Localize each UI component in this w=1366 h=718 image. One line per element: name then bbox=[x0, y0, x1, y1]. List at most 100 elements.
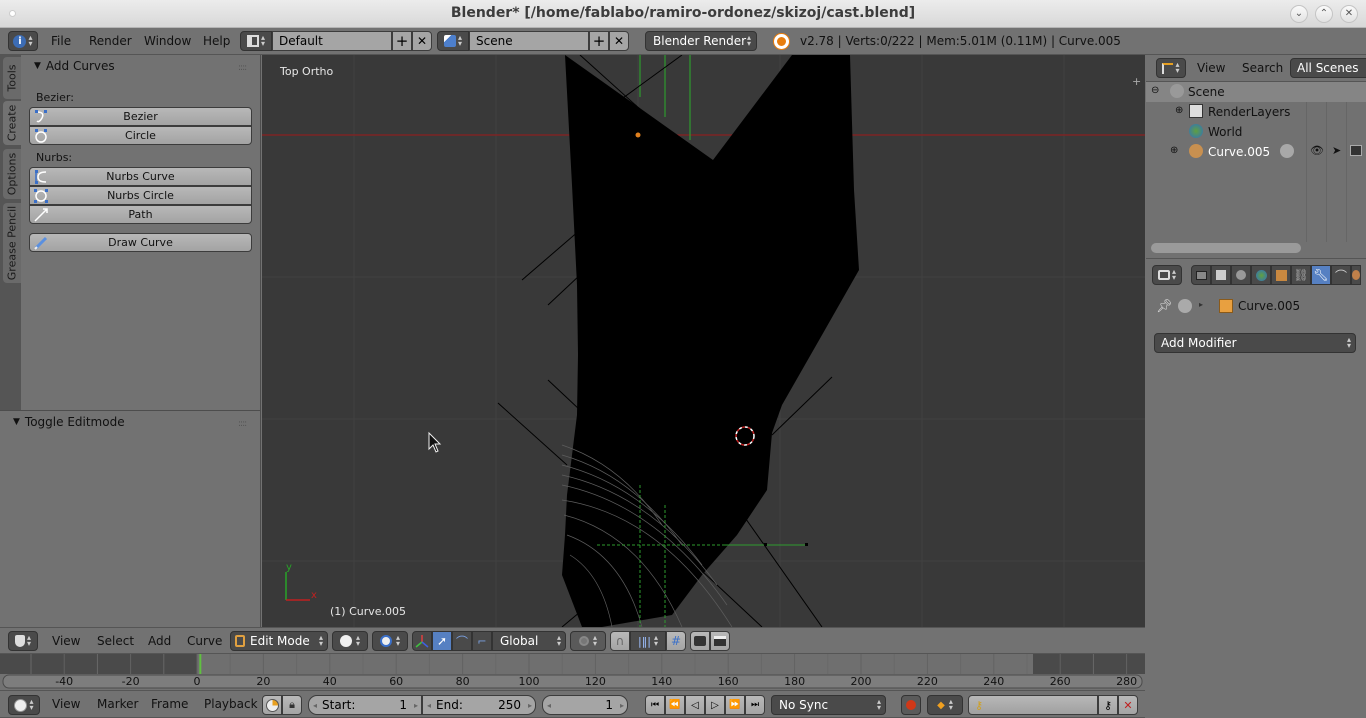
selectable-cursor-icon[interactable]: ➤ bbox=[1332, 144, 1341, 157]
add-layout-button[interactable]: + bbox=[392, 31, 412, 51]
editor-type-3d-view[interactable]: ▴ ▾ bbox=[8, 631, 38, 651]
delete-keyframe-button[interactable]: ✕ bbox=[1118, 695, 1138, 715]
menu-marker[interactable]: Marker bbox=[97, 691, 138, 717]
decrement-arrow-icon[interactable]: ◂ bbox=[547, 701, 551, 710]
collapse-icon[interactable]: ⊖ bbox=[1151, 85, 1159, 96]
keying-mode-dropdown[interactable]: ◆ ▴ ▾ bbox=[927, 695, 963, 715]
menu-window[interactable]: Window bbox=[144, 28, 191, 54]
decrement-arrow-icon[interactable]: ◂ bbox=[313, 701, 317, 710]
minimize-button[interactable]: ⌄ bbox=[1290, 5, 1308, 23]
editor-type-info[interactable]: i ▴ ▾ bbox=[8, 31, 38, 51]
screen-layout-selector[interactable]: ▴ ▾ bbox=[240, 31, 272, 51]
end-frame-field[interactable]: ◂ End: 250 ▸ bbox=[422, 695, 536, 715]
maximize-button[interactable]: ⌃ bbox=[1315, 5, 1333, 23]
panel-grip-icon[interactable]: :::: bbox=[238, 63, 247, 73]
menu-view[interactable]: View bbox=[1197, 55, 1225, 81]
increment-arrow-icon[interactable]: ▸ bbox=[620, 701, 624, 710]
editor-type-timeline[interactable]: ▴ ▾ bbox=[8, 695, 40, 715]
add-path-button[interactable]: Path bbox=[29, 205, 252, 224]
jump-to-keyframe-back-button[interactable]: ⏪ bbox=[665, 695, 685, 715]
keying-set-field[interactable]: ⚷ bbox=[968, 695, 1098, 715]
properties-region-toggle[interactable]: + bbox=[1132, 76, 1141, 87]
tab-create[interactable]: Create bbox=[3, 101, 21, 145]
expand-icon[interactable]: ⊕ bbox=[1175, 105, 1183, 116]
menu-help[interactable]: Help bbox=[203, 28, 230, 54]
mode-dropdown[interactable]: Edit Mode ▴ ▾ bbox=[230, 631, 328, 651]
close-button[interactable]: ✕ bbox=[1340, 5, 1358, 23]
editor-type-properties[interactable]: ▴ ▾ bbox=[1152, 265, 1182, 285]
remove-scene-button[interactable]: ✕ bbox=[609, 31, 629, 51]
outliner-row-curve[interactable]: ⊕ Curve.005 👁︎ ➤ bbox=[1146, 142, 1366, 162]
jump-to-end-button[interactable]: ⏭ bbox=[745, 695, 765, 715]
menu-view[interactable]: View bbox=[52, 628, 80, 653]
menu-view[interactable]: View bbox=[52, 691, 80, 717]
opengl-animation-button[interactable] bbox=[710, 631, 730, 651]
snap-target-toggle[interactable]: # bbox=[666, 631, 686, 651]
tab-tools[interactable]: Tools bbox=[3, 57, 21, 99]
outliner-horizontal-scrollbar[interactable] bbox=[1151, 243, 1301, 253]
pivot-point-dropdown[interactable]: ▴ ▾ bbox=[372, 631, 408, 651]
pin-icon[interactable]: 📌︎ bbox=[1156, 299, 1173, 314]
menu-select[interactable]: Select bbox=[97, 628, 134, 653]
render-engine-dropdown[interactable]: Blender Render ▴ ▾ bbox=[645, 31, 757, 51]
lock-time-cursor-toggle[interactable]: 🔒︎ bbox=[282, 695, 302, 715]
snap-element-dropdown[interactable]: |‖| ▴ ▾ bbox=[630, 631, 666, 651]
menu-file[interactable]: File bbox=[51, 28, 71, 54]
increment-arrow-icon[interactable]: ▸ bbox=[414, 701, 418, 710]
tab-options[interactable]: Options bbox=[3, 149, 21, 199]
expand-icon[interactable]: ⊕ bbox=[1170, 145, 1178, 156]
insert-keyframe-button[interactable]: ⚷ bbox=[1098, 695, 1118, 715]
screen-layout-name[interactable]: Default bbox=[272, 31, 392, 51]
outliner-row-renderlayers[interactable]: ⊕ RenderLayers bbox=[1146, 102, 1366, 122]
increment-arrow-icon[interactable]: ▸ bbox=[528, 701, 532, 710]
transform-orientation-dropdown[interactable]: Global ▴ ▾ bbox=[492, 631, 566, 651]
decrement-arrow-icon[interactable]: ◂ bbox=[427, 701, 431, 710]
menu-curve[interactable]: Curve bbox=[187, 628, 222, 653]
add-bezier-circle-button[interactable]: Circle bbox=[29, 126, 252, 145]
tab-curve-data[interactable]: ⌒ bbox=[1331, 265, 1351, 285]
auto-keying-toggle[interactable] bbox=[901, 695, 921, 715]
viewport-canvas[interactable] bbox=[262, 55, 1145, 627]
3d-viewport[interactable]: Top Ortho y x (1) Curve.005 + bbox=[262, 55, 1145, 627]
tab-render-layers[interactable] bbox=[1211, 265, 1231, 285]
scale-manipulator[interactable]: ⌐ bbox=[472, 631, 492, 651]
viewport-shading-dropdown[interactable]: ▴ ▾ bbox=[332, 631, 368, 651]
tab-constraints[interactable]: ⛓︎ bbox=[1291, 265, 1311, 285]
editor-type-outliner[interactable]: ▴ ▾ bbox=[1156, 58, 1186, 78]
remove-layout-button[interactable]: ✕ bbox=[412, 31, 432, 51]
tab-modifiers[interactable]: 🔧︎ bbox=[1311, 265, 1331, 285]
menu-render[interactable]: Render bbox=[89, 28, 132, 54]
proportional-editing-dropdown[interactable]: ▴ ▾ bbox=[570, 631, 606, 651]
tab-material[interactable] bbox=[1351, 265, 1361, 285]
timeline-editor[interactable]: -40 -20 0 20 40 60 80 100 120 140 160 180 200 220 240 2… bbox=[0, 654, 1145, 690]
jump-to-keyframe-forward-button[interactable]: ⏩ bbox=[725, 695, 745, 715]
display-mode-dropdown[interactable]: All Scenes bbox=[1290, 58, 1366, 78]
tab-grease-pencil[interactable]: Grease Pencil bbox=[3, 203, 21, 283]
renderable-camera-icon[interactable] bbox=[1350, 145, 1362, 156]
timeline-ruler[interactable]: -40 -20 0 20 40 60 80 100 120 140 160 180 200 220 240 2… bbox=[0, 654, 1145, 690]
scene-name[interactable]: Scene bbox=[469, 31, 589, 51]
tab-object[interactable] bbox=[1271, 265, 1291, 285]
panel-grip-icon[interactable]: :::: bbox=[238, 419, 247, 429]
draw-curve-button[interactable]: Draw Curve bbox=[29, 233, 252, 252]
sync-mode-dropdown[interactable]: No Sync ▴ ▾ bbox=[771, 695, 886, 715]
preview-range-toggle[interactable] bbox=[262, 695, 282, 715]
add-bezier-button[interactable]: Bezier bbox=[29, 107, 252, 126]
play-reverse-button[interactable]: ◁ bbox=[685, 695, 705, 715]
add-nurbs-circle-button[interactable]: Nurbs Circle bbox=[29, 186, 252, 205]
tab-render[interactable] bbox=[1191, 265, 1211, 285]
menu-frame[interactable]: Frame bbox=[151, 691, 188, 717]
start-frame-field[interactable]: ◂ Start: 1 ▸ bbox=[308, 695, 422, 715]
tab-world[interactable] bbox=[1251, 265, 1271, 285]
operator-panel-header[interactable]: ▼ Toggle Editmode bbox=[13, 415, 125, 429]
visibility-eye-icon[interactable]: 👁︎ bbox=[1310, 144, 1324, 157]
play-button[interactable]: ▷ bbox=[705, 695, 725, 715]
opengl-render-button[interactable] bbox=[690, 631, 710, 651]
outliner-row-world[interactable]: World bbox=[1146, 122, 1366, 142]
menu-playback[interactable]: Playback bbox=[204, 691, 258, 717]
current-frame-field[interactable]: ◂ 1 ▸ bbox=[542, 695, 628, 715]
snap-toggle[interactable]: ∩ bbox=[610, 631, 630, 651]
translate-manipulator[interactable]: ➚ bbox=[432, 631, 452, 651]
scene-selector[interactable]: ▴ ▾ bbox=[437, 31, 469, 51]
rotate-manipulator[interactable]: ⌒ bbox=[452, 631, 472, 651]
